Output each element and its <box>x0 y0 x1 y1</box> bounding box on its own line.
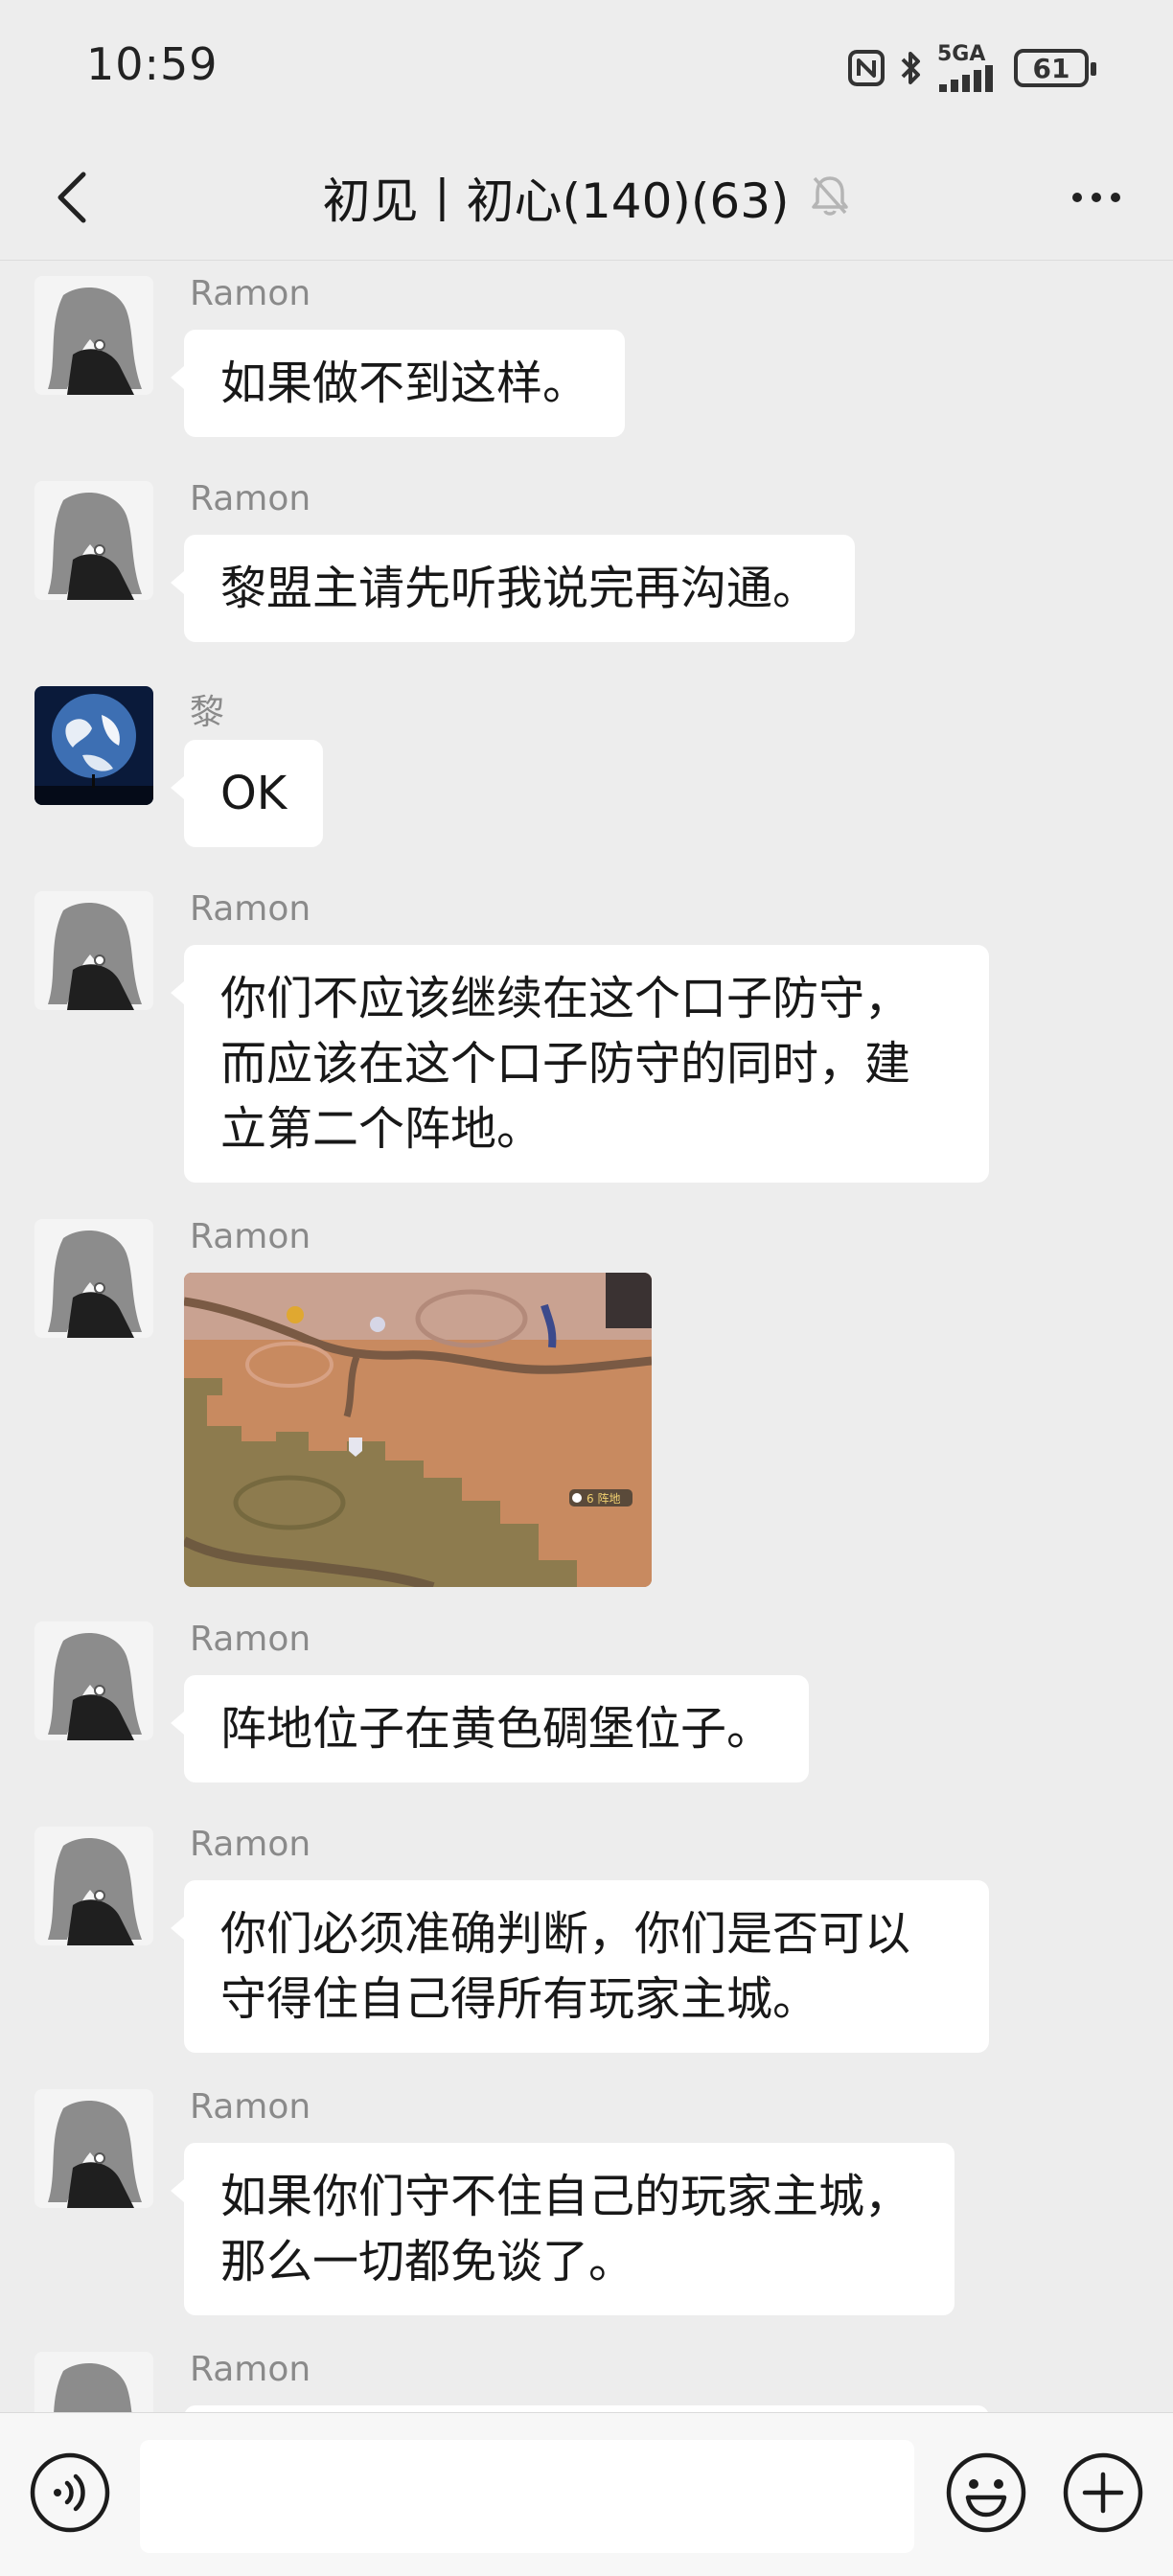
sender-name: Ramon <box>190 2087 311 2127</box>
avatar[interactable] <box>34 481 153 600</box>
image-message[interactable]: 6 阵地 <box>184 1273 652 1587</box>
sender-name: Ramon <box>190 274 311 313</box>
game-map-screenshot: 6 阵地 <box>184 1273 652 1587</box>
anime-girl-avatar-icon <box>34 481 153 600</box>
input-bar <box>0 2412 1173 2576</box>
battery-level: 61 <box>1032 52 1070 84</box>
message-item: Ramon 黎盟主请先听我说完再沟通。 <box>0 473 1173 646</box>
battery-icon: 61 <box>1014 49 1096 87</box>
message-bubble[interactable]: 阵地位子在黄色碉堡位子。 <box>170 1675 810 1782</box>
nfc-icon <box>847 49 886 87</box>
avatar[interactable] <box>34 2352 153 2412</box>
anime-girl-avatar-icon <box>34 1827 153 1945</box>
message-bubble[interactable]: 你们必须准确判断，你们是否可以守得住自己得所有玩家主城。 <box>171 1880 989 2053</box>
sender-name: Ramon <box>190 2350 311 2389</box>
muted-bell-icon <box>809 172 851 222</box>
sender-name: Ramon <box>190 1217 311 1256</box>
status-time: 10:59 <box>86 38 218 90</box>
anime-girl-avatar-icon <box>34 2352 153 2412</box>
message-item: Ramon 如果做不到这样。 <box>0 268 1173 441</box>
message-item: Ramon 你们不应该继续在这个口子防守，而应该在这个口子防守的同时，建立第二个… <box>0 884 1173 1183</box>
chat-header: 初见丨初心(140)(63) <box>0 134 1173 261</box>
anime-girl-avatar-icon <box>34 1219 153 1338</box>
back-chevron-icon <box>58 172 86 223</box>
message-item: 黎 OK <box>0 678 1173 851</box>
message-input[interactable] <box>140 2440 914 2553</box>
message-list[interactable]: Ramon 如果做不到这样。 Ramon 黎盟主请先听我说完再沟通。 黎 OK … <box>0 261 1173 2412</box>
more-functions-button[interactable] <box>1062 2451 1144 2538</box>
voice-icon <box>30 2452 110 2533</box>
message-item: Ramon <box>0 2344 1173 2412</box>
avatar[interactable] <box>34 1827 153 1945</box>
avatar[interactable] <box>34 1219 153 1338</box>
more-dots-icon <box>1072 193 1082 202</box>
avatar[interactable] <box>34 276 153 395</box>
message-bubble[interactable]: 如果做不到这样。 <box>170 330 626 437</box>
avatar[interactable] <box>34 1622 153 1740</box>
avatar[interactable] <box>34 2089 153 2208</box>
avatar[interactable] <box>34 686 153 805</box>
network-label: 5GA <box>937 42 986 66</box>
voice-button[interactable] <box>29 2451 111 2538</box>
message-bubble[interactable]: 黎盟主请先听我说完再沟通。 <box>170 535 856 642</box>
message-item: Ramon 6 阵地 <box>0 1211 1173 1595</box>
status-bar: 10:59 5GA 61 <box>0 0 1173 134</box>
bluetooth-icon <box>899 49 924 87</box>
signal-icon: 5GA <box>937 44 1000 92</box>
message-bubble[interactable]: 你们不应该继续在这个口子防守，而应该在这个口子防守的同时，建立第二个阵地。 <box>171 945 989 1183</box>
message-bubble[interactable] <box>184 2405 989 2412</box>
anime-girl-avatar-icon <box>34 1622 153 1740</box>
anime-girl-avatar-icon <box>34 276 153 395</box>
message-item: Ramon 阵地位子在黄色碉堡位子。 <box>0 1614 1173 1786</box>
message-item: Ramon 如果你们守不住自己的玩家主城，那么一切都免谈了。 <box>0 2082 1173 2321</box>
emoji-icon <box>946 2452 1026 2533</box>
chat-title-wrap: 初见丨初心(140)(63) <box>0 134 1173 261</box>
sender-name: Ramon <box>190 479 311 518</box>
earth-avatar-icon <box>34 686 153 805</box>
sender-name: Ramon <box>190 1620 311 1659</box>
anime-girl-avatar-icon <box>34 2089 153 2208</box>
sender-name: Ramon <box>190 889 311 929</box>
sender-name: Ramon <box>190 1825 311 1864</box>
back-button[interactable] <box>38 161 105 234</box>
map-label: 6 阵地 <box>586 1492 620 1506</box>
chat-title: 初见丨初心(140)(63) <box>322 173 790 229</box>
avatar[interactable] <box>34 891 153 1010</box>
message-bubble[interactable]: 如果你们守不住自己的玩家主城，那么一切都免谈了。 <box>171 2143 954 2315</box>
status-icons: 5GA 61 <box>847 44 1096 92</box>
message-item: Ramon 你们必须准确判断，你们是否可以守得住自己得所有玩家主城。 <box>0 1819 1173 2058</box>
emoji-button[interactable] <box>945 2451 1027 2538</box>
more-button[interactable] <box>1058 169 1135 226</box>
anime-girl-avatar-icon <box>34 891 153 1010</box>
message-bubble[interactable]: OK <box>170 740 324 847</box>
plus-icon <box>1063 2452 1143 2533</box>
sender-name: 黎 <box>190 693 225 732</box>
